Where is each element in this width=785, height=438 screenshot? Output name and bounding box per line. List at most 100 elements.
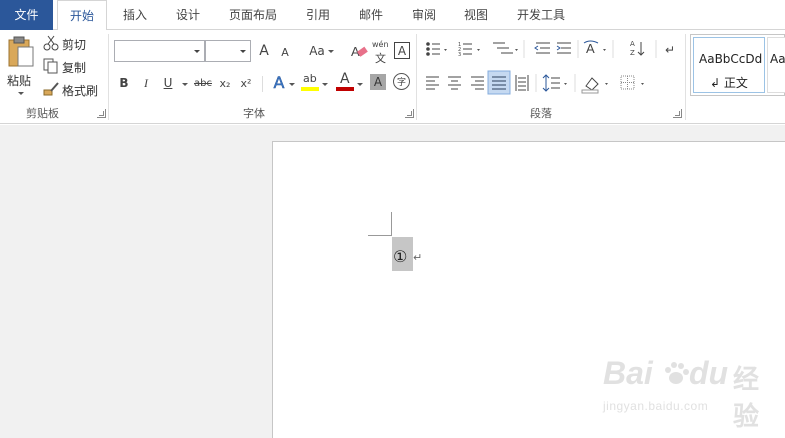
tab-insert[interactable]: 插入 xyxy=(112,0,158,30)
bold-button[interactable]: B xyxy=(117,75,131,91)
svg-text:A: A xyxy=(586,41,595,56)
font-color-dropdown-icon xyxy=(357,83,363,86)
style-sample: AaBbCcDd xyxy=(699,52,763,66)
paragraph-tools: 123 A AZ ↵ xyxy=(426,40,675,95)
group-divider xyxy=(685,34,686,120)
phonetic-top: wén xyxy=(372,40,389,49)
change-case-icon[interactable]: Aa xyxy=(306,42,328,60)
paw-icon xyxy=(665,362,689,384)
highlight-dropdown-icon xyxy=(322,83,328,86)
tab-file[interactable]: 文件 xyxy=(0,0,53,30)
copy-button[interactable]: 复制 xyxy=(43,58,93,76)
enclose-chars-icon[interactable]: 字 xyxy=(393,73,410,90)
font-size-combo[interactable] xyxy=(205,40,251,62)
tab-review[interactable]: 审阅 xyxy=(401,0,447,30)
document-page[interactable] xyxy=(272,141,785,438)
ribbon: 粘贴 剪切 复制 格式刷 剪贴板 A A Aa A wén 文 A B I U … xyxy=(0,30,785,124)
ribbon-tab-bar: 文件 开始 插入 设计 页面布局 引用 邮件 审阅 视图 开发工具 xyxy=(0,0,785,31)
style-name: ↲ 正文 xyxy=(710,76,748,90)
format-painter-button[interactable]: 格式刷 xyxy=(43,81,101,99)
tab-developer[interactable]: 开发工具 xyxy=(508,0,574,30)
font-name-combo[interactable] xyxy=(114,40,205,62)
document-text[interactable]: ① xyxy=(393,247,407,266)
multilevel-list-icon[interactable] xyxy=(493,42,513,54)
shading-icon[interactable] xyxy=(581,77,599,94)
style-sample: Aa xyxy=(770,52,785,66)
svg-text:A: A xyxy=(630,40,635,48)
strikethrough-button[interactable]: abc xyxy=(193,75,213,91)
numbering-icon[interactable]: 123 xyxy=(458,42,472,58)
watermark-brand2: du xyxy=(689,355,729,391)
show-marks-icon[interactable]: ↵ xyxy=(665,43,675,57)
cut-button[interactable]: 剪切 xyxy=(43,35,93,53)
font-color-button[interactable]: A xyxy=(336,71,354,92)
margin-corner-mark xyxy=(368,235,391,236)
copy-icon xyxy=(43,58,58,74)
clear-formatting-icon[interactable]: A xyxy=(350,42,368,60)
group-divider xyxy=(416,34,417,120)
brush-icon xyxy=(43,82,59,96)
clipboard-icon xyxy=(8,36,34,67)
highlight-label: ab xyxy=(303,72,317,85)
tab-view[interactable]: 视图 xyxy=(453,0,499,30)
distributed-icon[interactable] xyxy=(515,75,529,91)
line-spacing-icon[interactable] xyxy=(542,74,560,92)
separator xyxy=(262,76,263,92)
decrease-indent-icon[interactable] xyxy=(534,42,550,54)
tab-home[interactable]: 开始 xyxy=(57,0,107,31)
watermark-url: jingyan.baidu.com xyxy=(603,399,709,413)
clipboard-launcher-icon[interactable] xyxy=(97,109,106,118)
shrink-font-icon[interactable]: A xyxy=(278,44,292,60)
chevron-down-icon xyxy=(194,50,200,53)
font-group-label: 字体 xyxy=(243,107,265,120)
text-effects-dropdown-icon xyxy=(289,83,295,86)
text-effects-icon[interactable]: A xyxy=(270,72,288,92)
change-case-dropdown-icon xyxy=(328,50,334,53)
italic-button[interactable]: I xyxy=(139,75,153,91)
svg-text:↵: ↵ xyxy=(665,43,675,57)
subscript-button[interactable]: x₂ xyxy=(217,75,233,91)
highlight-color-button[interactable]: ab xyxy=(301,72,319,92)
cut-label: 剪切 xyxy=(62,38,87,52)
svg-text:3: 3 xyxy=(458,52,461,58)
group-divider xyxy=(108,34,109,120)
phonetic-bottom: 文 xyxy=(375,52,386,65)
font-color-swatch xyxy=(336,87,354,91)
align-center-icon[interactable] xyxy=(448,76,461,90)
asian-layout-icon[interactable]: A xyxy=(583,40,599,56)
style-next[interactable]: Aa xyxy=(767,37,785,93)
increase-indent-icon[interactable] xyxy=(556,42,571,54)
watermark-brand: Bai xyxy=(603,355,653,391)
underline-button[interactable]: U xyxy=(161,75,175,91)
style-normal[interactable]: AaBbCcDd ↲ 正文 xyxy=(693,37,765,93)
tab-design[interactable]: 设计 xyxy=(165,0,211,30)
bullets-icon[interactable] xyxy=(426,42,440,56)
borders-icon[interactable] xyxy=(620,75,635,90)
font-launcher-icon[interactable] xyxy=(405,109,414,118)
highlight-swatch xyxy=(301,87,319,91)
paste-button[interactable]: 粘贴 xyxy=(4,36,38,98)
char-border-icon[interactable]: A xyxy=(394,42,410,59)
align-right-icon[interactable] xyxy=(471,76,484,90)
paragraph-launcher-icon[interactable] xyxy=(673,109,682,118)
paste-dropdown-icon xyxy=(18,92,24,95)
superscript-button[interactable]: x² xyxy=(238,75,254,91)
tab-references[interactable]: 引用 xyxy=(295,0,341,30)
svg-text:Z: Z xyxy=(630,49,635,57)
styles-gallery: AaBbCcDd ↲ 正文 Aa xyxy=(690,34,785,96)
grow-font-icon[interactable]: A xyxy=(256,42,272,60)
paragraph-group-label: 段落 xyxy=(530,107,552,120)
chevron-down-icon xyxy=(240,50,246,53)
tab-layout[interactable]: 页面布局 xyxy=(222,0,284,30)
paragraph-mark: ↵ xyxy=(413,251,423,264)
scissors-icon xyxy=(43,35,59,51)
watermark-cn: 经验 xyxy=(733,364,760,431)
margin-corner-mark xyxy=(391,212,392,236)
phonetic-guide-icon[interactable]: wén 文 xyxy=(372,40,390,65)
sort-icon[interactable]: AZ xyxy=(630,40,645,57)
copy-label: 复制 xyxy=(62,61,87,75)
tab-mailings[interactable]: 邮件 xyxy=(348,0,394,30)
clipboard-group-label: 剪贴板 xyxy=(26,107,59,120)
align-left-icon[interactable] xyxy=(426,76,439,90)
char-shading-icon[interactable]: A xyxy=(370,74,386,90)
